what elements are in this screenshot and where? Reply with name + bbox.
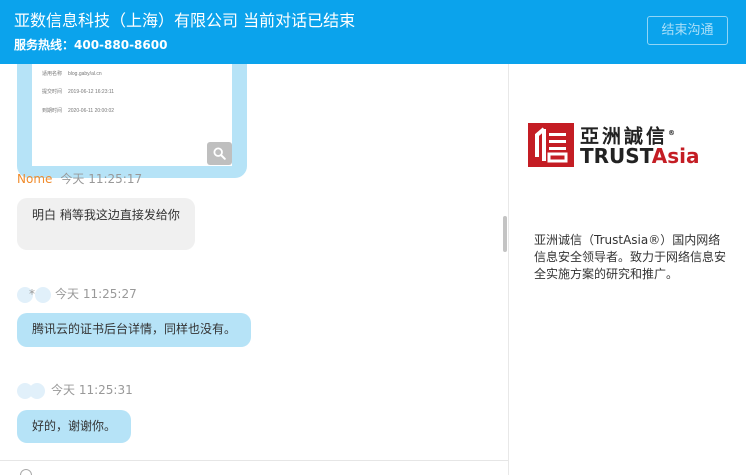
circle-icon[interactable] [20, 469, 32, 475]
sidebar: 亞洲誠信® TRUSTAsia 亚洲诚信（TrustAsia®）国内网络信息安全… [508, 64, 746, 475]
image-row: 提交时间 2019-06-12 16:23:11 [42, 89, 115, 95]
chat-header: 亚数信息科技（上海）有限公司 当前对话已结束 服务热线：400-880-8600… [0, 0, 746, 64]
zoom-button[interactable] [207, 142, 232, 165]
company-description: 亚洲诚信（TrustAsia®）国内网络信息安全领导者。致力于网络信息安全实施方… [534, 233, 727, 281]
avatar [29, 382, 45, 399]
search-icon [213, 147, 226, 160]
image-row: 到期时间 2020-06-11 20:00:02 [42, 108, 115, 114]
logo-en-text: TRUSTAsia [580, 144, 700, 168]
trustasia-logo-icon [528, 123, 574, 167]
chat-panel[interactable]: 适用名称 blog.gaby/al.cn 提交时间 2019-06-12 16:23… [0, 64, 508, 475]
message-time: 今天 11:25:31 [51, 383, 133, 397]
message-time: 今天 11:25:27 [55, 287, 137, 301]
image-message[interactable]: 适用名称 blog.gaby/al.cn 提交时间 2019-06-12 16:23… [17, 64, 247, 178]
message-bubble: 腾讯云的证书后台详情，同样也没有。 [17, 313, 252, 347]
trustasia-logo: 亞洲誠信® TRUSTAsia [528, 122, 733, 168]
message-meta: * 今天 11:25:27 [17, 285, 137, 303]
screenshot-image[interactable]: 适用名称 blog.gaby/al.cn 提交时间 2019-06-12 16:23… [32, 64, 232, 166]
avatar [35, 286, 51, 303]
message-bubble: 好的，谢谢你。 [17, 410, 132, 443]
chat-title: 亚数信息科技（上海）有限公司 当前对话已结束 [14, 11, 356, 30]
sender-name: Nome [17, 172, 53, 186]
message-bubble: 明白 稍等我这边直接发给你 [17, 198, 195, 250]
chat-scrollbar[interactable] [503, 216, 507, 252]
message-meta: Nome 今天 11:25:17 [17, 170, 142, 187]
divider [0, 460, 508, 461]
image-row: 适用名称 blog.gaby/al.cn [42, 71, 102, 77]
message-meta: 今天 11:25:31 [17, 381, 133, 399]
end-chat-button[interactable]: 结束沟通 [647, 16, 728, 45]
message-time: 今天 11:25:17 [60, 172, 143, 186]
service-hotline: 服务热线：400-880-8600 [14, 38, 168, 52]
